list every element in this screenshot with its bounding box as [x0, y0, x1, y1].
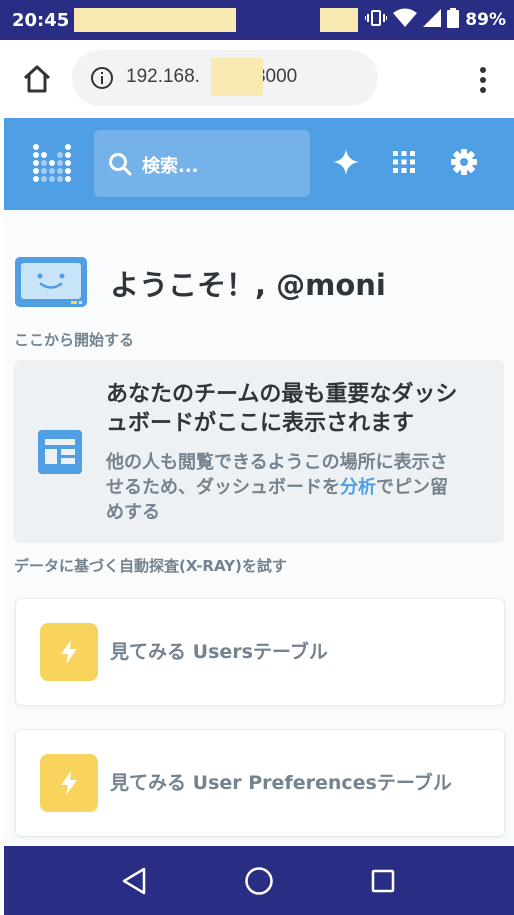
browser-toolbar: 192.168. 3000	[0, 40, 514, 118]
xray-card-label: 見てみる Usersテーブル	[110, 641, 328, 663]
info-icon[interactable]	[90, 66, 114, 90]
bolt-icon	[40, 754, 98, 812]
analytics-link[interactable]: 分析	[340, 477, 376, 498]
signal-icon	[423, 8, 442, 32]
battery-percent: 89%	[465, 10, 506, 30]
vibrate-icon	[364, 8, 389, 33]
xray-section-label: データに基づく自動探査(X-RAY)を試す	[14, 557, 287, 575]
metabase-logo-icon[interactable]	[32, 142, 72, 188]
status-time: 20:45	[12, 9, 70, 31]
dashboard-card-description: 他の人も閲覧できるようこの場所に表示させるため、ダッシュボードを分析でピン留めす…	[106, 450, 456, 525]
search-icon	[108, 152, 132, 176]
more-menu-icon[interactable]	[480, 66, 486, 94]
redacted-area	[74, 8, 236, 32]
dashboard-card-title: あなたのチームの最も重要なダッシュボードがここに表示されます	[106, 382, 458, 436]
system-navigation-bar	[4, 846, 514, 915]
grid-icon[interactable]	[390, 148, 418, 176]
xray-user-preferences-card[interactable]: 見てみる User Preferencesテーブル	[15, 729, 505, 837]
search-bar[interactable]: 検索...	[94, 130, 310, 197]
back-icon[interactable]	[120, 866, 150, 896]
xray-card-label: 見てみる User Preferencesテーブル	[110, 772, 452, 794]
bolt-icon	[40, 623, 98, 681]
dashboard-icon	[36, 428, 84, 476]
pinned-dashboards-placeholder: あなたのチームの最も重要なダッシュボードがここに表示されます 他の人も閲覧できる…	[14, 360, 504, 543]
xray-users-card[interactable]: 見てみる Usersテーブル	[15, 598, 505, 706]
url-prefix: 192.168.	[126, 66, 200, 87]
search-placeholder: 検索...	[142, 156, 199, 177]
status-bar: 20:45 89%	[0, 0, 514, 40]
home-circle-icon[interactable]	[244, 866, 274, 896]
battery-icon	[447, 7, 460, 33]
sparkle-icon[interactable]	[332, 148, 360, 176]
redacted-area	[320, 8, 358, 32]
wifi-icon	[393, 8, 418, 33]
address-bar[interactable]: 192.168. 3000	[72, 50, 378, 106]
app-header: 検索...	[4, 118, 514, 210]
main-content: ようこそ！, @moni ここから開始する あなたのチームの最も重要なダッシュボ…	[4, 210, 514, 846]
home-icon[interactable]	[22, 64, 52, 94]
gear-icon[interactable]	[450, 148, 478, 176]
redacted-area	[211, 58, 263, 96]
recents-icon[interactable]	[368, 866, 398, 896]
start-here-label: ここから開始する	[14, 331, 135, 349]
welcome-heading: ようこそ！, @moni	[110, 268, 386, 302]
greeting-monitor-icon	[14, 256, 88, 310]
